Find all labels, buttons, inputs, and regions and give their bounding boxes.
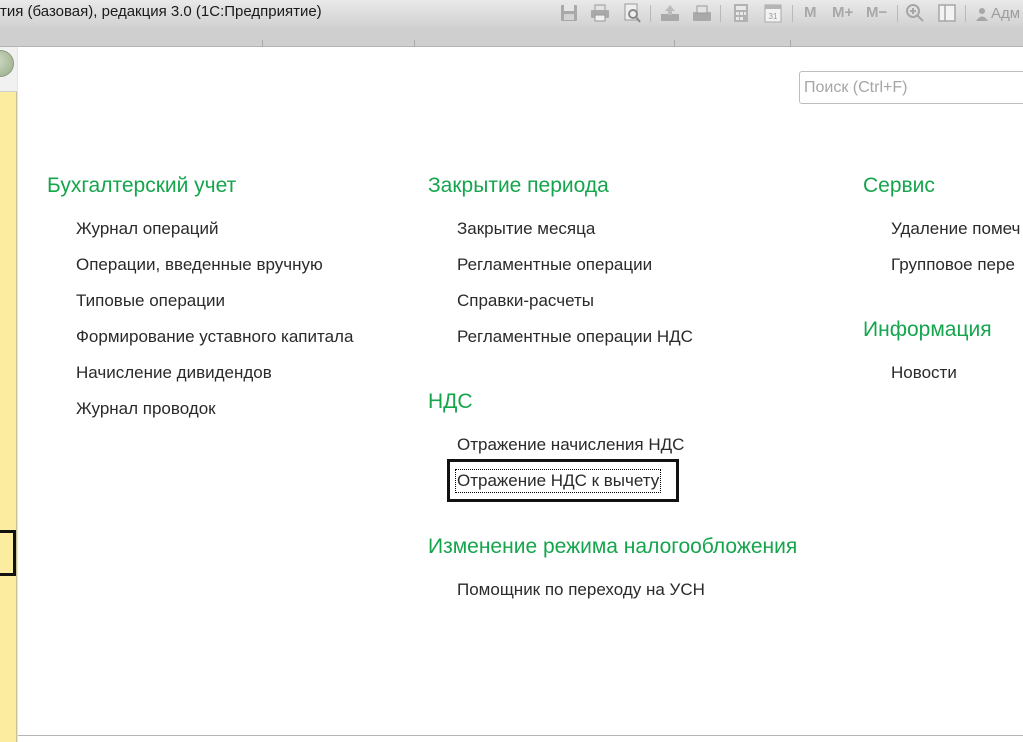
upload-icon[interactable] (659, 2, 681, 24)
scanner-icon[interactable] (691, 2, 713, 24)
group-title-service: Сервис (863, 174, 935, 197)
group-title-info: Информация (863, 318, 992, 341)
link-routine-operations[interactable]: Регламентные операции (457, 255, 652, 275)
tab-divider (414, 40, 415, 47)
group-title-accounting: Бухгалтерский учет (47, 174, 237, 197)
link-vat-accrual[interactable]: Отражение начисления НДС (457, 435, 684, 455)
link-manual-operations[interactable]: Операции, введенные вручную (76, 255, 323, 275)
tab-strip (0, 27, 1023, 47)
toolbar-separator (650, 5, 651, 22)
selected-section-marker[interactable] (0, 530, 16, 576)
function-panel: Бухгалтерский учет Журнал операций Опера… (18, 47, 1023, 735)
zoom-icon[interactable] (904, 2, 926, 24)
search-input[interactable] (799, 71, 1023, 104)
toolbar-separator (897, 5, 898, 22)
link-dividends[interactable]: Начисление дивидендов (76, 363, 272, 383)
link-vat-routine-operations[interactable]: Регламентные операции НДС (457, 327, 693, 347)
window-title: тия (базовая), редакция 3.0 (1С:Предприя… (0, 3, 322, 20)
toolbar-separator (792, 5, 793, 22)
link-usn-assistant[interactable]: Помощник по переходу на УСН (457, 580, 705, 600)
link-vat-deduction[interactable]: Отражение НДС к вычету (454, 469, 662, 493)
user-icon (976, 7, 988, 21)
calendar-icon[interactable]: 31 (762, 2, 784, 24)
user-indicator[interactable]: Адм (976, 5, 1020, 22)
memory-add-button[interactable]: M+ (832, 4, 853, 21)
link-entries-journal[interactable]: Журнал проводок (76, 399, 216, 419)
link-standard-operations[interactable]: Типовые операции (76, 291, 225, 311)
panel-icon[interactable] (936, 2, 958, 24)
memory-subtract-button[interactable]: M− (866, 4, 887, 21)
link-operations-journal[interactable]: Журнал операций (76, 219, 219, 239)
main-menu-button[interactable] (0, 50, 14, 77)
toolbar-separator (965, 5, 966, 22)
sections-panel-header (0, 47, 17, 92)
group-title-vat: НДС (428, 390, 473, 413)
calendar-day: 31 (769, 12, 778, 21)
tab-divider (262, 40, 263, 47)
link-delete-marked[interactable]: Удаление помеч (891, 219, 1020, 239)
group-title-period-close: Закрытие периода (428, 174, 609, 197)
link-news[interactable]: Новости (891, 363, 957, 383)
tab-divider (674, 40, 675, 47)
sections-panel (0, 47, 17, 742)
toolbar-separator (720, 5, 721, 22)
title-bar: тия (базовая), редакция 3.0 (1С:Предприя… (0, 0, 1023, 27)
bottom-border (18, 735, 1023, 742)
memory-store-button[interactable]: M (804, 4, 817, 21)
link-group-rename[interactable]: Групповое пере (891, 255, 1015, 275)
link-month-close[interactable]: Закрытие месяца (457, 219, 595, 239)
tab-divider (790, 40, 791, 47)
link-charter-capital[interactable]: Формирование уставного капитала (76, 327, 353, 347)
save-icon[interactable] (558, 2, 580, 24)
print-icon[interactable] (589, 2, 611, 24)
link-calculation-certificates[interactable]: Справки-расчеты (457, 291, 594, 311)
group-title-tax-mode: Изменение режима налогообложения (428, 535, 798, 558)
user-name: Адм (991, 5, 1021, 22)
calculator-icon[interactable] (730, 2, 752, 24)
print-preview-icon[interactable] (621, 2, 643, 24)
